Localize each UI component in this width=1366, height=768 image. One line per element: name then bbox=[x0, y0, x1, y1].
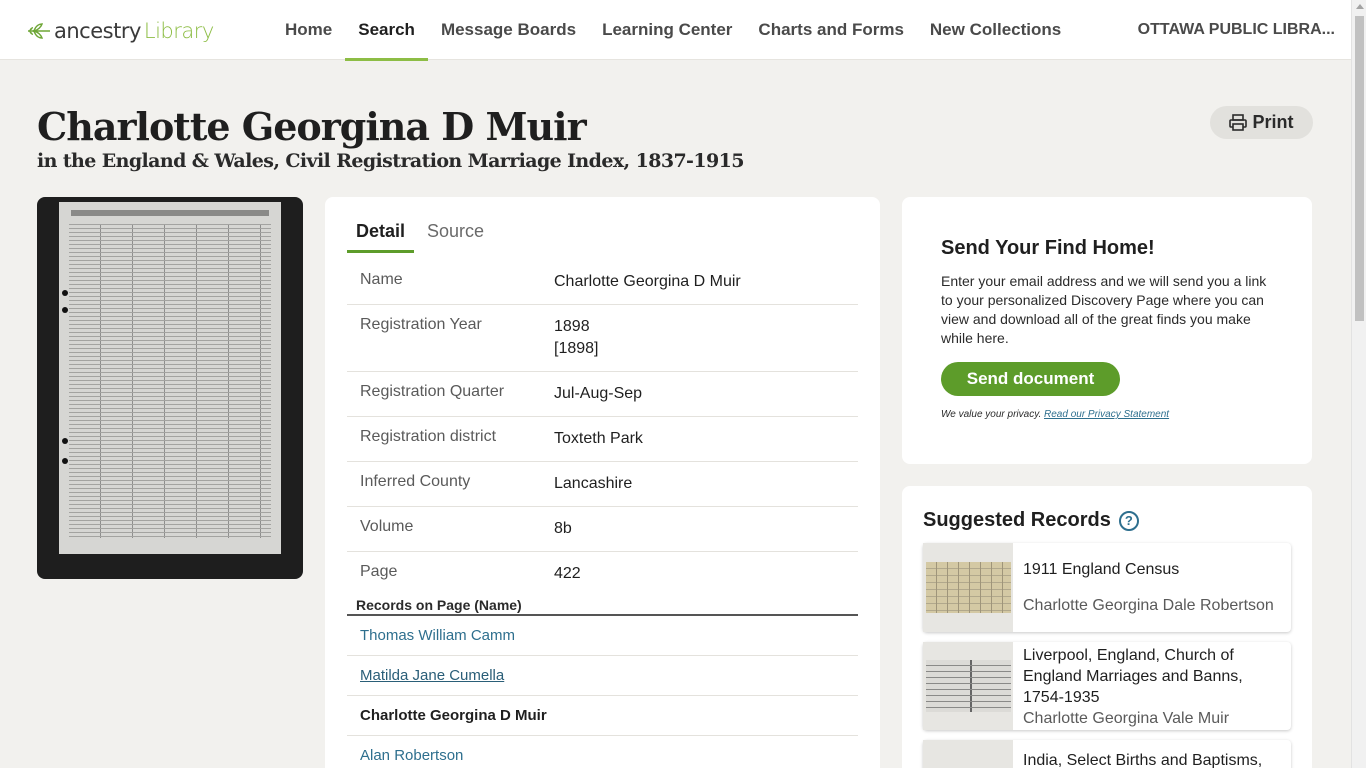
list-item: Thomas William Camm bbox=[347, 616, 858, 656]
tab-source[interactable]: Source bbox=[418, 219, 493, 253]
records-on-page-heading: Records on Page (Name) bbox=[356, 597, 522, 613]
fact-label: Registration Year bbox=[360, 316, 482, 333]
list-item: Charlotte Georgina D Muir bbox=[347, 696, 858, 736]
suggested-record-text: 1911 England Census Charlotte Georgina D… bbox=[1023, 559, 1283, 616]
account-menu[interactable]: OTTAWA PUBLIC LIBRA... bbox=[1138, 0, 1335, 60]
nav-charts-and-forms[interactable]: Charts and Forms bbox=[745, 0, 916, 60]
list-item: Matilda Jane Cumella bbox=[347, 656, 858, 696]
punch-hole bbox=[62, 458, 68, 464]
printer-icon bbox=[1229, 114, 1248, 131]
nav-home[interactable]: Home bbox=[272, 0, 345, 60]
fact-label: Volume bbox=[360, 518, 414, 535]
punch-hole bbox=[62, 290, 68, 296]
privacy-text: We value your privacy. bbox=[941, 409, 1042, 420]
fact-label: Name bbox=[360, 271, 403, 288]
record-link[interactable]: Thomas William Camm bbox=[360, 627, 515, 644]
fact-value: 1898 [1898] bbox=[554, 316, 598, 360]
suggested-title-text: Suggested Records bbox=[923, 509, 1111, 531]
suggested-record-text: India, Select Births and Baptisms, bbox=[1023, 750, 1283, 768]
send-document-button[interactable]: Send document bbox=[941, 362, 1120, 396]
privacy-statement-link[interactable]: Read our Privacy Statement bbox=[1044, 409, 1169, 420]
suggested-person: Charlotte Georgina Dale Robertson bbox=[1023, 597, 1274, 614]
record-image-thumbnail[interactable] bbox=[37, 197, 303, 579]
leaf-logo-icon bbox=[28, 23, 50, 39]
send-title: Send Your Find Home! bbox=[941, 237, 1155, 259]
suggested-record-item[interactable]: Liverpool, England, Church of England Ma… bbox=[923, 642, 1291, 730]
suggested-record-item[interactable]: India, Select Births and Baptisms, bbox=[923, 740, 1291, 768]
fact-label: Inferred County bbox=[360, 473, 471, 490]
fact-value: Toxteth Park bbox=[554, 430, 643, 447]
scroll-thumb[interactable] bbox=[1355, 16, 1364, 321]
page-scrollbar[interactable] bbox=[1351, 0, 1366, 768]
fact-row-name: Name Charlotte Georgina D Muir bbox=[347, 260, 858, 305]
fact-value-line: 1898 bbox=[554, 318, 590, 335]
nav-message-boards[interactable]: Message Boards bbox=[428, 0, 589, 60]
fact-row-volume: Volume 8b bbox=[347, 507, 858, 552]
send-find-home-card: Send Your Find Home! Enter your email ad… bbox=[902, 197, 1312, 464]
nav-new-collections[interactable]: New Collections bbox=[917, 0, 1074, 60]
fact-value: Jul-Aug-Sep bbox=[554, 385, 643, 402]
fact-value: 422 bbox=[554, 565, 581, 582]
detail-card: Detail Source Name Charlotte Georgina D … bbox=[325, 197, 880, 768]
marriage-register-image bbox=[926, 660, 1011, 712]
logo-word: ancestry bbox=[54, 19, 141, 43]
nav-learning-center[interactable]: Learning Center bbox=[589, 0, 745, 60]
record-link[interactable]: Matilda Jane Cumella bbox=[360, 667, 504, 684]
detail-tabs: Detail Source bbox=[347, 219, 497, 253]
fact-value: 8b bbox=[554, 520, 572, 537]
record-link[interactable]: Alan Robertson bbox=[360, 747, 463, 764]
print-label: Print bbox=[1252, 112, 1294, 132]
fact-label: Page bbox=[360, 563, 398, 580]
punch-hole bbox=[62, 438, 68, 444]
suggested-collection: 1911 England Census bbox=[1023, 561, 1180, 578]
scroll-up-icon[interactable] bbox=[1356, 4, 1364, 9]
main-nav: Home Search Message Boards Learning Cent… bbox=[272, 0, 1074, 61]
privacy-note: We value your privacy. Read our Privacy … bbox=[941, 409, 1169, 420]
suggested-collection: Liverpool, England, Church of England Ma… bbox=[1023, 647, 1243, 706]
fact-row-page: Page 422 bbox=[347, 552, 858, 596]
nav-search[interactable]: Search bbox=[345, 0, 428, 61]
fact-label: Registration district bbox=[360, 428, 497, 445]
ancestry-library-logo[interactable]: ancestry Library bbox=[26, 17, 214, 45]
logo-suffix: Library bbox=[143, 19, 214, 43]
fact-table: Name Charlotte Georgina D Muir Registrat… bbox=[347, 260, 858, 596]
census-document-image bbox=[926, 562, 1011, 613]
record-thumbnail bbox=[923, 740, 1013, 768]
send-description: Enter your email address and we will sen… bbox=[941, 273, 1267, 346]
current-record: Charlotte Georgina D Muir bbox=[360, 707, 547, 724]
print-button[interactable]: Print bbox=[1210, 106, 1313, 139]
punch-hole bbox=[62, 307, 68, 313]
suggested-person: Charlotte Georgina Vale Muir bbox=[1023, 710, 1230, 727]
record-page-sheet bbox=[59, 202, 281, 554]
page-title: Charlotte Georgina D Muir bbox=[37, 104, 587, 149]
fact-value-line: [1898] bbox=[554, 340, 599, 357]
records-on-page-list: Thomas William Camm Matilda Jane Cumella… bbox=[347, 616, 858, 768]
fact-label: Registration Quarter bbox=[360, 383, 505, 400]
fact-row-inferred-county: Inferred County Lancashire bbox=[347, 462, 858, 507]
fact-row-registration-quarter: Registration Quarter Jul-Aug-Sep bbox=[347, 372, 858, 417]
tab-detail[interactable]: Detail bbox=[347, 219, 415, 253]
record-thumbnail bbox=[923, 543, 1013, 632]
page-header-strip bbox=[71, 210, 269, 216]
record-thumbnail bbox=[923, 642, 1013, 730]
suggested-records-title: Suggested Records ? bbox=[923, 509, 1139, 532]
suggested-record-item[interactable]: 1911 England Census Charlotte Georgina D… bbox=[923, 543, 1291, 632]
help-icon[interactable]: ? bbox=[1118, 510, 1139, 531]
top-nav: ancestry Library Home Search Message Boa… bbox=[0, 0, 1351, 61]
suggested-collection: India, Select Births and Baptisms, bbox=[1023, 752, 1263, 768]
fact-row-registration-district: Registration district Toxteth Park bbox=[347, 417, 858, 462]
list-item: Alan Robertson bbox=[347, 736, 858, 768]
fact-value: Charlotte Georgina D Muir bbox=[554, 273, 741, 290]
suggested-record-text: Liverpool, England, Church of England Ma… bbox=[1023, 645, 1283, 729]
collection-subtitle: in the England & Wales, Civil Registrati… bbox=[37, 150, 744, 172]
suggested-records-card: Suggested Records ? 1911 England Census … bbox=[902, 486, 1312, 768]
fact-row-registration-year: Registration Year 1898 [1898] bbox=[347, 305, 858, 372]
fact-value: Lancashire bbox=[554, 475, 633, 492]
page-entries bbox=[69, 224, 271, 538]
